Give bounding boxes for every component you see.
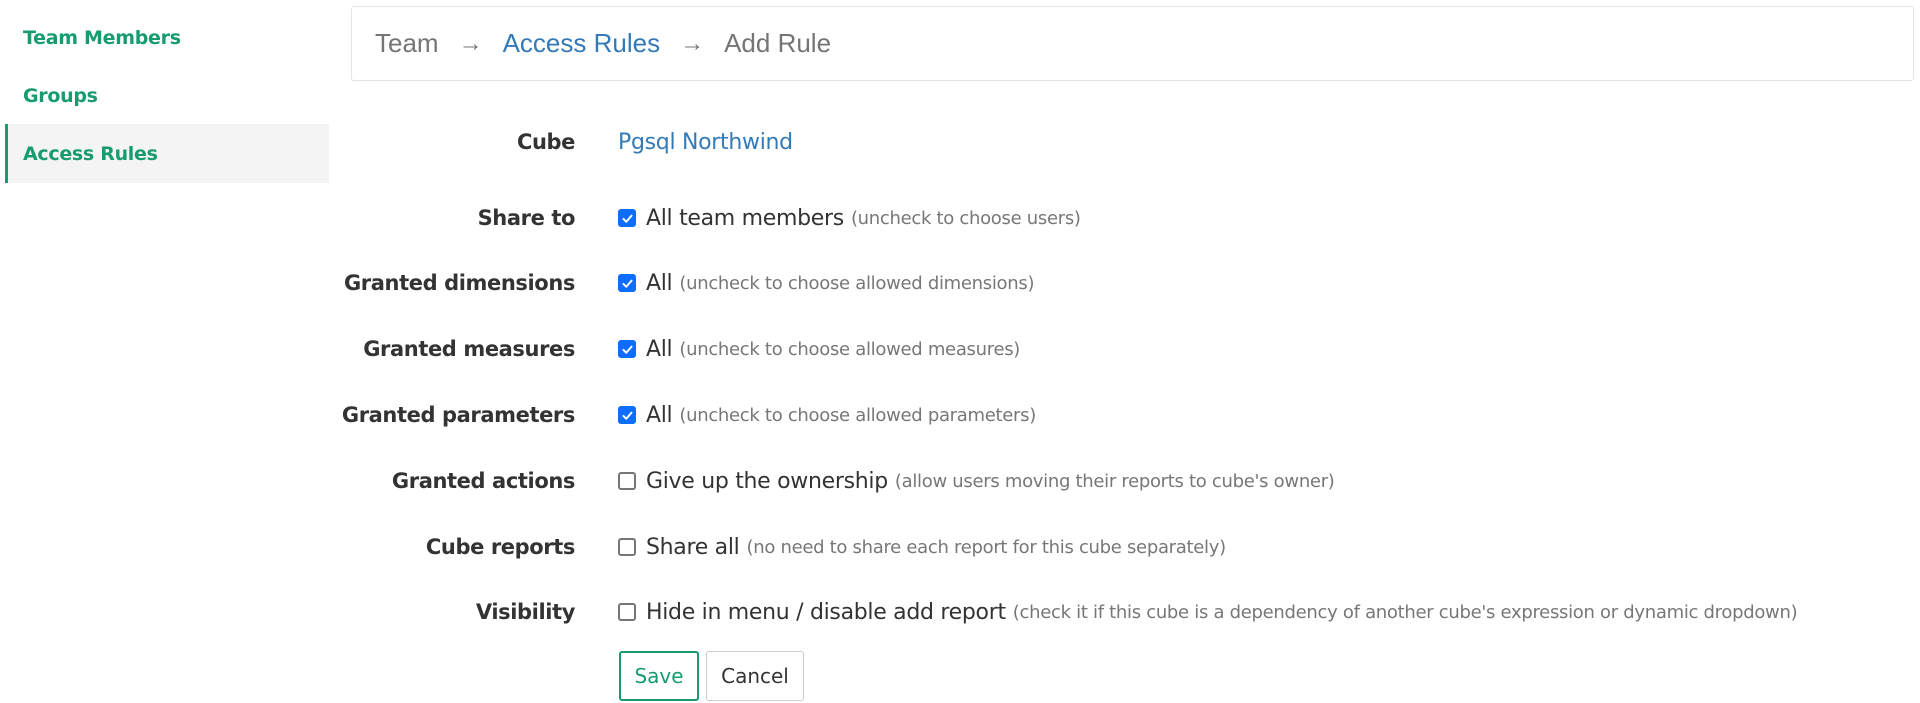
- form-label: Granted dimensions: [343, 271, 575, 295]
- form-row-granted-measures: Granted measures All (uncheck to choose al…: [340, 329, 1020, 369]
- sidebar-item-label: Access Rules: [23, 142, 158, 165]
- cancel-button[interactable]: Cancel: [706, 651, 804, 701]
- breadcrumb-current: Add Rule: [724, 28, 832, 58]
- granted-parameters-checkbox[interactable]: [618, 406, 636, 424]
- breadcrumb-separator: →: [458, 29, 483, 57]
- breadcrumb-access-rules-link[interactable]: Access Rules: [503, 28, 661, 59]
- cube-link[interactable]: Pgsql Northwind: [618, 130, 793, 155]
- hint-text: (uncheck to choose allowed dimensions): [679, 272, 1035, 294]
- form-row-cube: Cube Pgsql Northwind: [340, 122, 793, 162]
- sidebar-item-team-members[interactable]: Team Members: [5, 8, 329, 67]
- checkbox-label[interactable]: All: [646, 271, 673, 296]
- form-label: Visibility: [475, 600, 576, 624]
- hint-text: (uncheck to choose allowed measures): [679, 338, 1021, 360]
- checkbox-label[interactable]: Hide in menu / disable add report: [646, 600, 1006, 625]
- checkbox-label[interactable]: All team members: [646, 206, 844, 231]
- checkmark-icon: [621, 214, 633, 223]
- form-row-granted-dimensions: Granted dimensions All (uncheck to choose …: [340, 263, 1035, 303]
- sidebar-item-label: Groups: [23, 84, 98, 107]
- granted-actions-checkbox[interactable]: [618, 472, 636, 490]
- hint-text: (allow users moving their reports to cub…: [894, 470, 1335, 492]
- form-label: Cube reports: [425, 535, 576, 559]
- form-row-granted-actions: Granted actions Give up the ownership (all…: [340, 461, 1335, 501]
- checkmark-icon: [621, 279, 633, 288]
- breadcrumb: Team → Access Rules → Add Rule: [351, 6, 1914, 81]
- share-to-checkbox[interactable]: [618, 209, 636, 227]
- form-row-visibility: Visibility Hide in menu / disable add rep…: [340, 592, 1798, 632]
- granted-dimensions-checkbox[interactable]: [618, 274, 636, 292]
- cube-reports-checkbox[interactable]: [618, 538, 636, 556]
- sidebar-item-groups[interactable]: Groups: [5, 66, 329, 125]
- hint-text: (uncheck to choose allowed parameters): [679, 404, 1036, 426]
- form-label: Granted measures: [363, 337, 575, 361]
- sidebar-item-access-rules[interactable]: Access Rules: [5, 124, 329, 183]
- form-label: Granted actions: [391, 469, 575, 493]
- form-label: Share to: [477, 206, 576, 230]
- checkbox-label[interactable]: All: [646, 337, 673, 362]
- hint-text: (check it if this cube is a dependency o…: [1012, 601, 1798, 623]
- hint-text: (no need to share each report for this c…: [746, 536, 1227, 558]
- breadcrumb-separator: →: [680, 29, 705, 57]
- sidebar-item-label: Team Members: [23, 26, 181, 49]
- granted-measures-checkbox[interactable]: [618, 340, 636, 358]
- save-button[interactable]: Save: [619, 651, 699, 701]
- hint-text: (uncheck to choose users): [850, 207, 1081, 229]
- checkmark-icon: [621, 345, 633, 354]
- checkbox-label[interactable]: All: [646, 403, 673, 428]
- form-row-granted-parameters: Granted parameters All (uncheck to choose …: [340, 395, 1036, 435]
- form-label: Cube: [516, 130, 575, 154]
- form-row-cube-reports: Cube reports Share all (no need to share e…: [340, 527, 1226, 567]
- form-row-share-to: Share to All team members (uncheck to choo…: [340, 198, 1081, 238]
- checkbox-label[interactable]: Give up the ownership: [646, 469, 888, 494]
- visibility-checkbox[interactable]: [618, 603, 636, 621]
- checkbox-label[interactable]: Share all: [646, 535, 740, 560]
- breadcrumb-team: Team: [375, 28, 439, 58]
- form-label: Granted parameters: [341, 403, 576, 427]
- checkmark-icon: [621, 411, 633, 420]
